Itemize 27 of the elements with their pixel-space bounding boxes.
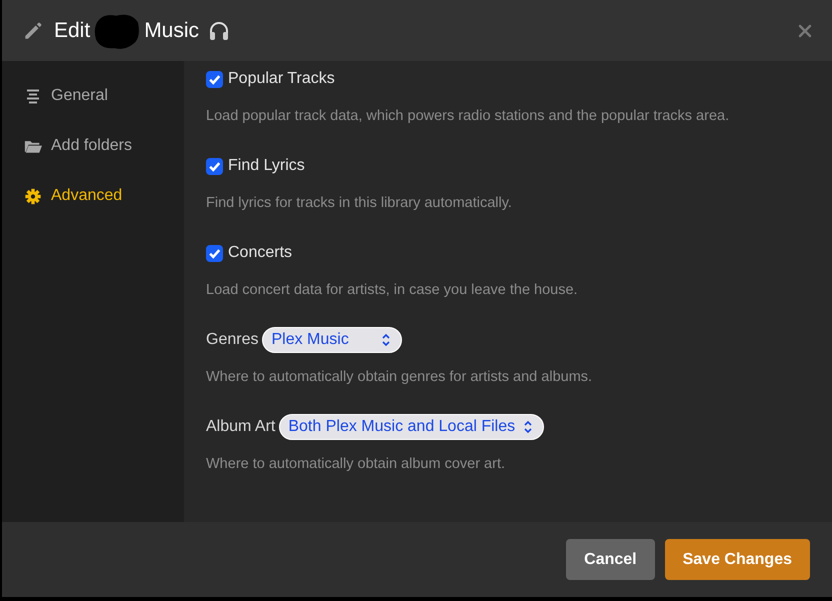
checkbox-label: Find Lyrics <box>228 157 305 175</box>
dropdown[interactable]: Plex Music <box>262 327 402 353</box>
sidebar-item[interactable]: General <box>2 71 184 121</box>
select-label: Genres <box>206 331 258 349</box>
window-title: Music <box>144 18 200 42</box>
dropdown[interactable]: Both Plex Music and Local Files <box>279 414 544 440</box>
checkbox[interactable] <box>206 70 223 88</box>
close-icon[interactable] <box>798 24 812 38</box>
list-icon <box>24 88 42 104</box>
setting-description: Where to automatically obtain album cover art. <box>206 456 506 472</box>
chevron-icon <box>523 420 534 434</box>
chevron-icon <box>381 333 392 347</box>
checkbox-label: Concerts <box>228 244 292 262</box>
window-title: Edit <box>54 18 90 42</box>
cancel-button[interactable]: Cancel <box>566 539 655 580</box>
save-button[interactable]: Save Changes <box>664 539 810 580</box>
checkbox[interactable] <box>206 244 223 262</box>
setting-description: Load concert data for artists, in case you leave the house. <box>206 282 579 298</box>
setting-description: Where to automatically obtain genres for artists and albums. <box>206 369 594 385</box>
sidebar-item[interactable]: Advanced <box>2 171 184 221</box>
setting-description: Load popular track data, which powers radio stations and the popular tracks area. <box>206 108 730 124</box>
sidebar-item[interactable]: Add folders <box>2 121 184 171</box>
checkbox[interactable] <box>206 158 223 174</box>
gear-icon <box>24 188 42 204</box>
checkbox-label: Popular Tracks <box>228 70 335 88</box>
setting-description: Find lyrics for tracks in this library automatically. <box>206 195 513 211</box>
select-label: Album Art <box>206 418 276 436</box>
